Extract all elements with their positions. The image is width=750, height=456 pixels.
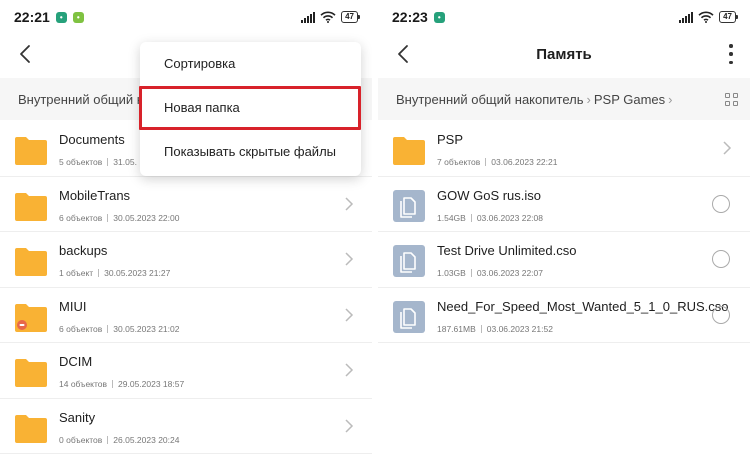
- item-meta: 0 объектов 26.05.2023 20:24: [59, 435, 179, 445]
- item-count: 6 объектов: [59, 212, 103, 223]
- list-item[interactable]: Sanity 0 объектов 26.05.2023 20:24: [0, 399, 372, 454]
- item-name: Documents: [59, 132, 125, 147]
- item-name: backups: [59, 243, 108, 258]
- folder-icon: [15, 137, 47, 165]
- menu-item-sort[interactable]: Сортировка: [140, 42, 361, 86]
- item-size: 1.03GB: [437, 268, 466, 278]
- status-bar: 22:23 • 47: [378, 0, 750, 34]
- list-item[interactable]: MIUI 6 объектов 30.05.2023 21:02: [0, 288, 372, 343]
- item-meta: 1 объект 30.05.2023 21:27: [59, 268, 170, 278]
- folder-icon: [15, 192, 47, 221]
- notification-icon: •: [55, 11, 67, 23]
- chevron-right-icon: [345, 418, 354, 433]
- breadcrumb-item[interactable]: PSP Games: [594, 92, 665, 107]
- file-icon: [393, 189, 425, 222]
- item-name: GOW GoS rus.iso: [437, 187, 542, 203]
- folder-icon: [15, 248, 47, 276]
- status-time: 22:21: [14, 9, 50, 25]
- folder-icon: [15, 303, 47, 332]
- item-date: 03.06.2023 21:52: [486, 323, 553, 334]
- back-arrow-icon[interactable]: [392, 42, 416, 66]
- list-item[interactable]: GOW GoS rus.iso 1.54GB 03.06.2023 22:08: [378, 177, 750, 232]
- item-date: 03.06.2023 22:21: [491, 157, 558, 167]
- item-date: 26.05.2023 20:24: [113, 434, 180, 445]
- item-count: 5 объектов: [59, 157, 103, 167]
- item-size: 1.54GB: [437, 212, 466, 223]
- battery-icon: 47: [719, 11, 738, 23]
- item-count: 14 объектов: [59, 379, 108, 389]
- chevron-right-icon: [723, 141, 732, 155]
- list-item[interactable]: Test Drive Unlimited.cso 1.03GB 03.06.202…: [378, 232, 750, 288]
- list-item[interactable]: Need_For_Speed_Most_Wanted_5_1_0_RUS.cso…: [378, 288, 750, 343]
- wifi-icon: [320, 11, 336, 23]
- menu-item-show-hidden[interactable]: Показывать скрытые файлы: [140, 130, 361, 174]
- item-date: 30.05.2023 21:02: [113, 323, 180, 334]
- item-meta: 7 объектов 03.06.2023 22:21: [437, 157, 557, 167]
- chevron-right-icon: [345, 363, 354, 377]
- item-size: 187.61MB: [437, 323, 476, 334]
- breadcrumb-separator-icon: ›: [668, 91, 673, 107]
- signal-icon: [301, 11, 316, 23]
- status-bar: 22:21 • • 47: [0, 0, 372, 34]
- item-name: DCIM: [59, 354, 93, 369]
- left-screen: 22:21 • • 47 Внутренний общий на Documen…: [0, 0, 372, 456]
- item-meta: 1.54GB 03.06.2023 22:08: [437, 213, 543, 223]
- item-date: 03.06.2023 22:07: [476, 268, 544, 278]
- list-item[interactable]: PSP 7 объектов 03.06.2023 22:21: [378, 121, 750, 177]
- list-item[interactable]: backups 1 объект 30.05.2023 21:27: [0, 232, 372, 288]
- item-date: 31.05.: [113, 157, 137, 167]
- breadcrumb: Внутренний общий накопитель › PSP Games …: [378, 78, 750, 120]
- file-list: PSP 7 объектов 03.06.2023 22:21 GOW GoS r…: [378, 121, 750, 343]
- file-icon: [393, 245, 425, 277]
- highlight-box: [139, 86, 361, 130]
- item-meta: 14 объектов 29.05.2023 18:57: [59, 379, 184, 389]
- item-count: 0 объектов: [59, 434, 103, 445]
- item-meta: 1.03GB 03.06.2023 22:07: [437, 268, 543, 278]
- list-item[interactable]: DCIM 14 объектов 29.05.2023 18:57: [0, 343, 372, 399]
- grid-view-icon[interactable]: [725, 93, 738, 106]
- select-radio[interactable]: [712, 194, 730, 213]
- folder-icon: [393, 137, 425, 165]
- item-meta: 5 объектов 31.05.: [59, 157, 137, 167]
- battery-icon: 47: [341, 11, 360, 23]
- signal-icon: [679, 11, 694, 23]
- item-name: Need_For_Speed_Most_Wanted_5_1_0_RUS.cso: [437, 298, 729, 314]
- item-date: 29.05.2023 18:57: [118, 379, 185, 389]
- chevron-right-icon: [345, 252, 354, 266]
- breadcrumb-separator-icon: ›: [586, 91, 591, 107]
- item-name: Sanity: [59, 409, 96, 425]
- item-count: 7 объектов: [437, 157, 481, 167]
- select-radio[interactable]: [712, 305, 730, 324]
- item-name: MobileTrans: [59, 187, 131, 203]
- notification-icon: •: [72, 11, 84, 23]
- folder-icon: [15, 359, 47, 387]
- item-date: 30.05.2023 22:00: [113, 212, 180, 223]
- status-time: 22:23: [392, 9, 428, 25]
- folder-icon: [15, 414, 47, 443]
- item-date: 03.06.2023 22:08: [476, 212, 544, 223]
- back-arrow-icon[interactable]: [14, 42, 38, 66]
- more-options-icon[interactable]: [728, 44, 734, 64]
- item-meta: 6 объектов 30.05.2023 21:02: [59, 324, 179, 334]
- breadcrumb-item[interactable]: Внутренний общий накопитель: [396, 92, 584, 107]
- chevron-right-icon: [345, 196, 354, 211]
- item-meta: 6 объектов 30.05.2023 22:00: [59, 213, 179, 223]
- item-meta: 187.61MB 03.06.2023 21:52: [437, 324, 553, 334]
- chevron-right-icon: [345, 307, 354, 322]
- app-bar: Память: [378, 34, 750, 74]
- page-title: Память: [536, 45, 592, 63]
- item-name: MIUI: [59, 298, 87, 314]
- select-radio[interactable]: [712, 250, 730, 268]
- breadcrumb-item[interactable]: Внутренний общий на: [18, 92, 151, 107]
- item-count: 1 объект: [59, 268, 94, 278]
- right-screen: 22:23 • 47 Память Внутренний общий накоп…: [378, 0, 750, 456]
- wifi-icon: [698, 11, 714, 23]
- item-name: PSP: [437, 132, 464, 147]
- item-count: 6 объектов: [59, 323, 103, 334]
- item-date: 30.05.2023 21:27: [104, 268, 171, 278]
- item-name: Test Drive Unlimited.cso: [437, 243, 577, 258]
- file-icon: [393, 300, 425, 333]
- notification-icon: •: [433, 11, 445, 23]
- list-item[interactable]: MobileTrans 6 объектов 30.05.2023 22:00: [0, 177, 372, 232]
